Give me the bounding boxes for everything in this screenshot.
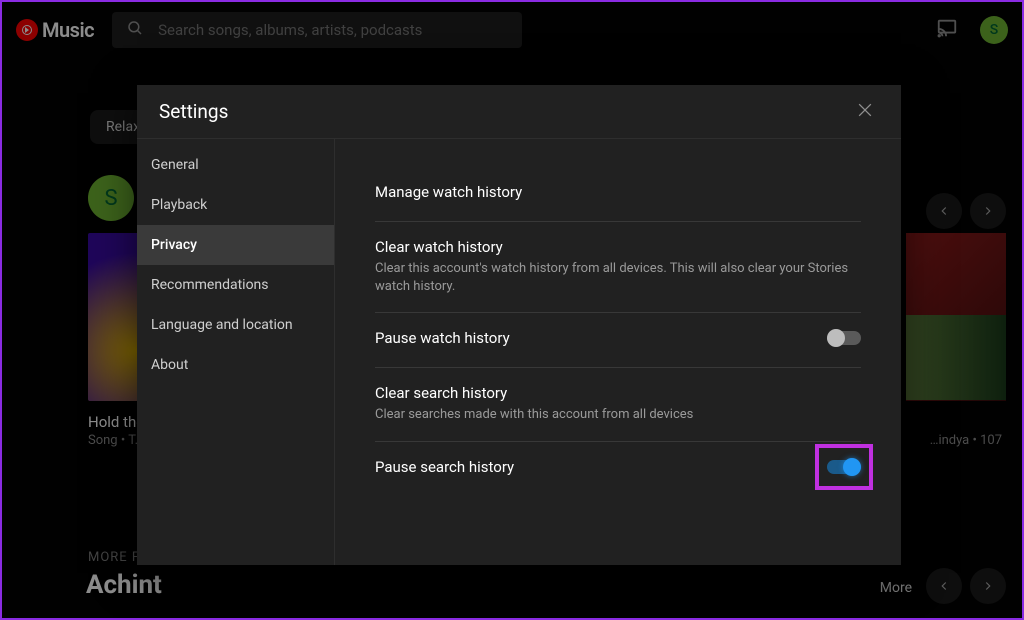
sidebar-item-about[interactable]: About — [137, 345, 334, 385]
sidebar-item-playback[interactable]: Playback — [137, 185, 334, 225]
pause-watch-history-toggle[interactable] — [827, 331, 861, 345]
settings-sidebar: General Playback Privacy Recommendations… — [137, 139, 335, 565]
sidebar-item-general[interactable]: General — [137, 145, 334, 185]
row-clear-watch-history[interactable]: Clear watch history Clear this account's… — [375, 222, 861, 313]
modal-header: Settings — [137, 85, 901, 139]
modal-body: General Playback Privacy Recommendations… — [137, 139, 901, 565]
setting-title[interactable]: Clear search history — [375, 384, 861, 402]
setting-title: Pause search history — [375, 458, 827, 476]
modal-title: Settings — [159, 100, 228, 123]
app-root: Music S Relax S Hold the… Song • T… …ind… — [0, 0, 1024, 620]
row-manage-watch-history[interactable]: Manage watch history — [375, 167, 861, 222]
sidebar-item-language-location[interactable]: Language and location — [137, 305, 334, 345]
row-clear-search-history[interactable]: Clear search history Clear searches made… — [375, 368, 861, 441]
settings-modal: Settings General Playback Privacy Recomm… — [137, 85, 901, 565]
setting-title[interactable]: Manage watch history — [375, 183, 861, 201]
setting-title: Pause watch history — [375, 329, 827, 347]
setting-desc: Clear searches made with this account fr… — [375, 406, 861, 424]
pause-search-history-toggle[interactable] — [827, 460, 861, 474]
settings-content: Manage watch history Clear watch history… — [335, 139, 901, 565]
sidebar-item-privacy[interactable]: Privacy — [137, 225, 334, 265]
row-pause-search-history: Pause search history — [375, 442, 861, 496]
close-icon[interactable] — [851, 96, 879, 128]
setting-title[interactable]: Clear watch history — [375, 238, 861, 256]
row-pause-watch-history: Pause watch history — [375, 313, 861, 368]
setting-desc: Clear this account's watch history from … — [375, 260, 861, 296]
sidebar-item-recommendations[interactable]: Recommendations — [137, 265, 334, 305]
